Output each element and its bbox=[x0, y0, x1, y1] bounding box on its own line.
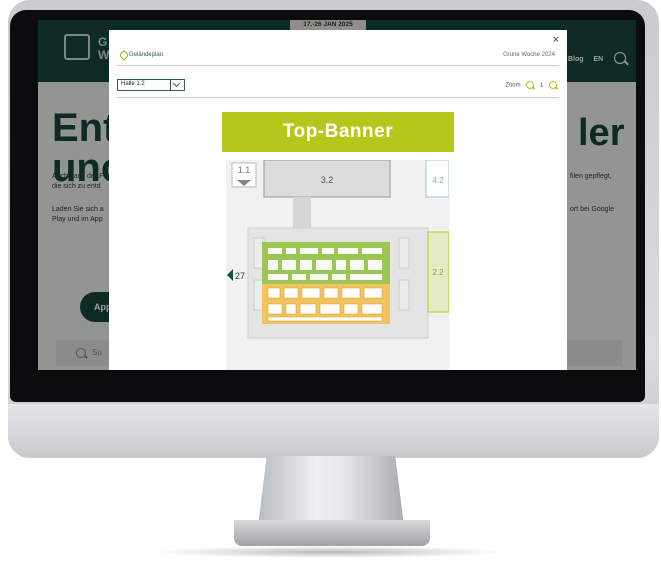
pillar bbox=[398, 237, 410, 269]
plan-header-row: Geländeplan Grüne Woche 2024 bbox=[117, 48, 559, 66]
hall-map-svg: 1.1 3.2 4.2 2.2 27 bbox=[227, 159, 450, 339]
hall-3-2-label[interactable]: 3.2 bbox=[321, 175, 334, 185]
zoom-control: Zoom 1 bbox=[505, 81, 557, 89]
chevron-down-icon bbox=[170, 80, 184, 90]
hall-1-1-label[interactable]: 1.1 bbox=[238, 165, 251, 175]
close-icon[interactable]: × bbox=[553, 34, 559, 46]
arrow-left-icon bbox=[227, 269, 233, 281]
hall-select-value: Halle 1.2 bbox=[121, 81, 145, 87]
hall-select[interactable]: Halle 1.2 bbox=[117, 79, 185, 91]
monitor-stand-foot bbox=[234, 520, 430, 546]
site-plan-modal: × Geländeplan Grüne Woche 2024 Halle 1.2… bbox=[109, 30, 567, 370]
hall-toolbar: Halle 1.2 Zoom 1 bbox=[117, 79, 559, 98]
zoom-in-icon[interactable] bbox=[549, 81, 557, 89]
monitor-stand-neck bbox=[258, 456, 404, 526]
zoom-label: Zoom bbox=[505, 82, 521, 89]
zoom-level: 1 bbox=[539, 82, 544, 89]
screen: G W 17.-26 JAN 2025 Blog EN Ent unc ler … bbox=[38, 20, 636, 370]
zoom-out-icon[interactable] bbox=[526, 81, 535, 89]
pillar bbox=[398, 279, 410, 311]
monitor-shadow bbox=[150, 546, 510, 558]
hall-map[interactable]: 1.1 3.2 4.2 2.2 27 bbox=[226, 159, 450, 370]
hall-2-2-label[interactable]: 2.2 bbox=[432, 268, 444, 277]
location-pin-icon bbox=[118, 49, 130, 61]
hall-27-label[interactable]: 27 bbox=[235, 271, 245, 281]
site-plan-link[interactable]: Geländeplan bbox=[129, 52, 163, 58]
hall-4-2-label[interactable]: 4.2 bbox=[432, 176, 444, 185]
monitor-chin bbox=[8, 404, 659, 458]
fair-name: Grüne Woche 2024 bbox=[503, 52, 555, 58]
top-banner[interactable]: Top-Banner bbox=[222, 112, 454, 152]
